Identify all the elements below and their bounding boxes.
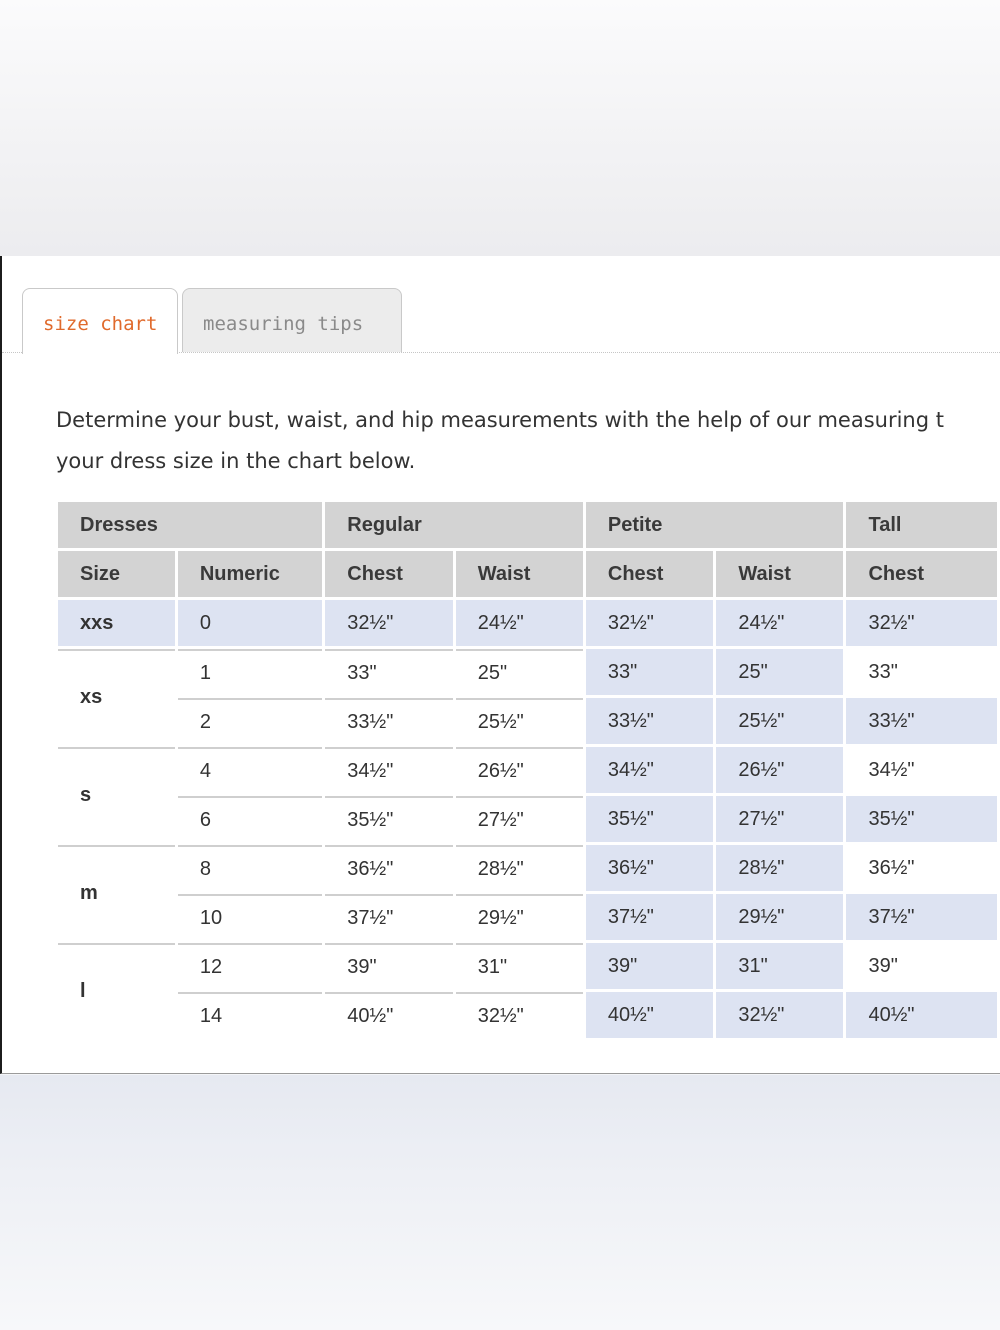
- measurement-cell: 25½": [455, 698, 583, 744]
- group-header-dresses: Dresses: [58, 502, 323, 548]
- size-label-cell: m: [58, 845, 175, 940]
- intro-line-2: your dress size in the chart below.: [56, 449, 416, 473]
- size-label-cell: xxs: [58, 600, 175, 646]
- measurement-cell: 24½": [716, 600, 844, 646]
- table-row: 2 33½" 25½" 33½" 25½" 33½": [58, 698, 997, 744]
- numeric-cell: 10: [177, 894, 323, 940]
- tab-measuring-tips[interactable]: measuring tips: [182, 288, 402, 352]
- numeric-cell: 6: [177, 796, 323, 842]
- tab-size-chart[interactable]: size chart: [22, 288, 178, 354]
- measurement-cell: 37½": [846, 894, 997, 940]
- size-label-cell: s: [58, 747, 175, 842]
- size-label-cell: xs: [58, 649, 175, 744]
- numeric-cell: 8: [177, 845, 323, 891]
- group-header-tall: Tall: [846, 502, 997, 548]
- numeric-cell: 2: [177, 698, 323, 744]
- measurement-cell: 39": [846, 943, 997, 989]
- measurement-cell: 31": [455, 943, 583, 989]
- table-row: 6 35½" 27½" 35½" 27½" 35½": [58, 796, 997, 842]
- measurement-cell: 35½": [846, 796, 997, 842]
- measurement-cell: 32½": [325, 600, 453, 646]
- table-row: 10 37½" 29½" 37½" 29½" 37½": [58, 894, 997, 940]
- measurement-cell: 33½": [846, 698, 997, 744]
- measurement-cell: 27½": [455, 796, 583, 842]
- measurement-cell: 35½": [325, 796, 453, 842]
- table-row: xs 1 33" 25" 33" 25" 33": [58, 649, 997, 744]
- table-row: m 8 36½" 28½" 36½" 28½" 36½": [58, 845, 997, 940]
- measurement-cell: 28½": [716, 845, 844, 891]
- measurement-cell: 34½": [846, 747, 997, 793]
- column-header-reg-waist: Waist: [455, 551, 583, 597]
- numeric-cell: 12: [177, 943, 323, 989]
- measurement-cell: 40½": [325, 992, 453, 1038]
- column-header-size: Size: [58, 551, 175, 597]
- table-row: 14 40½" 32½" 40½" 32½" 40½": [58, 992, 997, 1038]
- column-header-pet-waist: Waist: [716, 551, 844, 597]
- size-chart-panel: size chart measuring tips Determine your…: [0, 256, 1000, 1074]
- measurement-cell: 33": [585, 649, 714, 695]
- measurement-cell: 25": [455, 649, 583, 695]
- column-header-row: Size Numeric Chest Waist Chest Waist Chest: [58, 551, 997, 597]
- measurement-cell: 32½": [716, 992, 844, 1038]
- group-header-regular: Regular: [325, 502, 583, 548]
- measurement-cell: 33½": [325, 698, 453, 744]
- group-header-row: Dresses Regular Petite Tall: [58, 502, 997, 548]
- measurement-cell: 33": [325, 649, 453, 695]
- measurement-cell: 26½": [455, 747, 583, 793]
- measurement-cell: 33½": [585, 698, 714, 744]
- numeric-cell: 4: [177, 747, 323, 793]
- numeric-cell: 1: [177, 649, 323, 695]
- measurement-cell: 40½": [585, 992, 714, 1038]
- measurement-cell: 34½": [325, 747, 453, 793]
- measurement-cell: 29½": [455, 894, 583, 940]
- measurement-cell: 32½": [846, 600, 997, 646]
- measurement-cell: 32½": [455, 992, 583, 1038]
- blurred-background-top: [0, 0, 1000, 256]
- column-header-tall-chest: Chest: [846, 551, 997, 597]
- size-table: Dresses Regular Petite Tall Size Numeric Chest…: [55, 499, 1000, 1041]
- measurement-cell: 39": [585, 943, 714, 989]
- measurement-cell: 36½": [585, 845, 714, 891]
- measurement-cell: 27½": [716, 796, 844, 842]
- measurement-cell: 26½": [716, 747, 844, 793]
- measurement-cell: 39": [325, 943, 453, 989]
- measurement-cell: 33": [846, 649, 997, 695]
- blurred-background-bottom: [0, 1075, 1000, 1330]
- measurement-cell: 24½": [455, 600, 583, 646]
- measurement-cell: 34½": [585, 747, 714, 793]
- measurement-cell: 36½": [325, 845, 453, 891]
- measurement-cell: 40½": [846, 992, 997, 1038]
- size-label-cell: l: [58, 943, 175, 1038]
- measurement-cell: 25½": [716, 698, 844, 744]
- measurement-cell: 35½": [585, 796, 714, 842]
- measurement-cell: 29½": [716, 894, 844, 940]
- group-header-petite: Petite: [585, 502, 844, 548]
- measurement-cell: 28½": [455, 845, 583, 891]
- measurement-cell: 25": [716, 649, 844, 695]
- table-row: s 4 34½" 26½" 34½" 26½" 34½": [58, 747, 997, 842]
- measurement-cell: 37½": [325, 894, 453, 940]
- table-row: xxs 0 32½" 24½" 32½" 24½" 32½": [58, 600, 997, 646]
- measurement-cell: 31": [716, 943, 844, 989]
- numeric-cell: 0: [177, 600, 323, 646]
- column-header-numeric: Numeric: [177, 551, 323, 597]
- column-header-pet-chest: Chest: [585, 551, 714, 597]
- intro-line-1: Determine your bust, waist, and hip meas…: [56, 408, 944, 432]
- measurement-cell: 32½": [585, 600, 714, 646]
- intro-text: Determine your bust, waist, and hip meas…: [56, 400, 1000, 482]
- table-row: l 12 39" 31" 39" 31" 39": [58, 943, 997, 1038]
- column-header-reg-chest: Chest: [325, 551, 453, 597]
- numeric-cell: 14: [177, 992, 323, 1038]
- measurement-cell: 37½": [585, 894, 714, 940]
- measurement-cell: 36½": [846, 845, 997, 891]
